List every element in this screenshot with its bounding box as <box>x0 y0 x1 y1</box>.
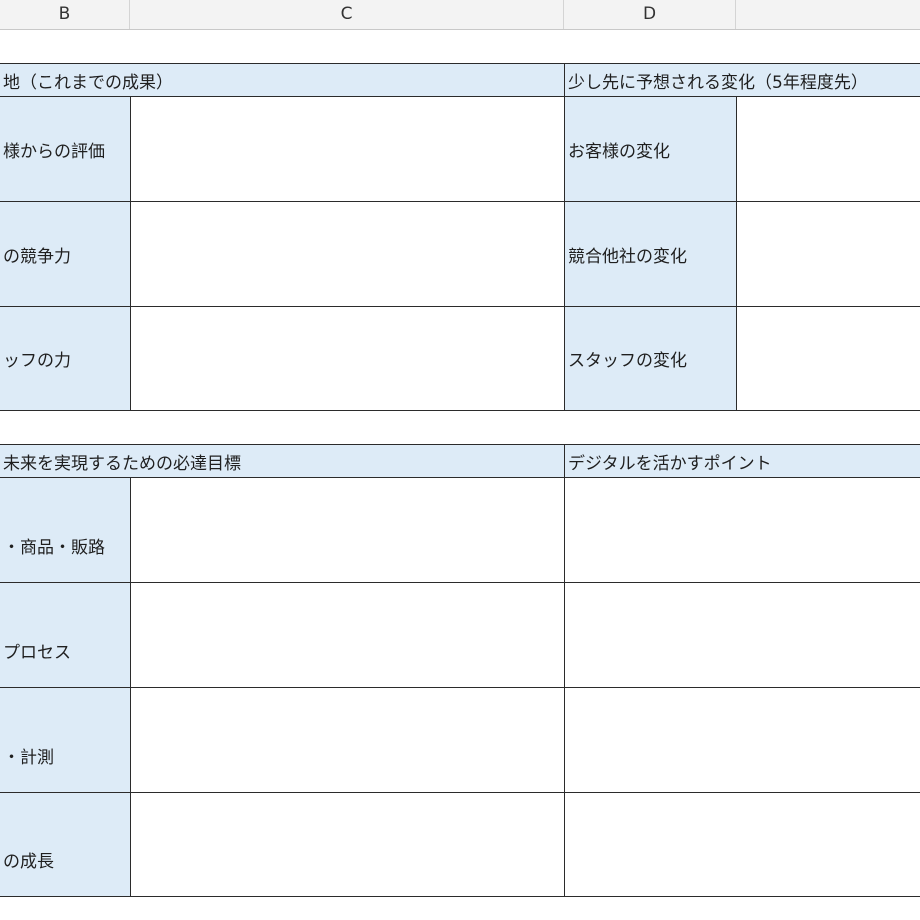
input-cell[interactable] <box>564 792 920 897</box>
input-cell[interactable] <box>130 582 565 688</box>
row-label-staff-power: ッフの力 <box>0 306 131 411</box>
row-label-customer-change: お客様の変化 <box>564 96 737 202</box>
column-header-d[interactable]: D <box>564 0 736 29</box>
input-cell[interactable] <box>130 792 565 897</box>
required-goals-title: 未来を実現するための必達目標 <box>0 444 565 478</box>
column-header-c[interactable]: C <box>130 0 564 29</box>
row-label-products-channels: ・商品・販路 <box>0 477 131 583</box>
row-label-customer-evaluation: 様からの評価 <box>0 96 131 202</box>
input-cell[interactable] <box>564 687 920 793</box>
row-label-measurement: ・計測 <box>0 687 131 793</box>
input-cell[interactable] <box>130 306 565 411</box>
input-cell[interactable] <box>130 477 565 583</box>
row-label-process: プロセス <box>0 582 131 688</box>
current-results-title: 地（これまでの成果） <box>0 63 565 97</box>
input-cell[interactable] <box>564 582 920 688</box>
top-section-table: 地（これまでの成果） 少し先に予想される変化（5年程度先） 様からの評価 お客様… <box>0 63 920 411</box>
row-label-competitor-change: 競合他社の変化 <box>564 201 737 307</box>
bottom-section-table: 未来を実現するための必達目標 デジタルを活かすポイント ・商品・販路 プロセス … <box>0 444 920 897</box>
column-header-bar: B C D <box>0 0 920 30</box>
input-cell[interactable] <box>735 96 920 202</box>
input-cell[interactable] <box>735 201 920 307</box>
input-cell[interactable] <box>130 96 565 202</box>
row-label-staff-change: スタッフの変化 <box>564 306 737 411</box>
input-cell[interactable] <box>130 687 565 793</box>
input-cell[interactable] <box>735 306 920 411</box>
row-label-growth: の成長 <box>0 792 131 897</box>
row-label-competitiveness: の競争力 <box>0 201 131 307</box>
future-change-title: 少し先に予想される変化（5年程度先） <box>563 63 920 97</box>
column-header-b[interactable]: B <box>0 0 130 29</box>
column-header-e[interactable] <box>736 0 920 29</box>
input-cell[interactable] <box>130 201 565 307</box>
digital-points-title: デジタルを活かすポイント <box>564 444 920 478</box>
input-cell[interactable] <box>564 477 920 583</box>
